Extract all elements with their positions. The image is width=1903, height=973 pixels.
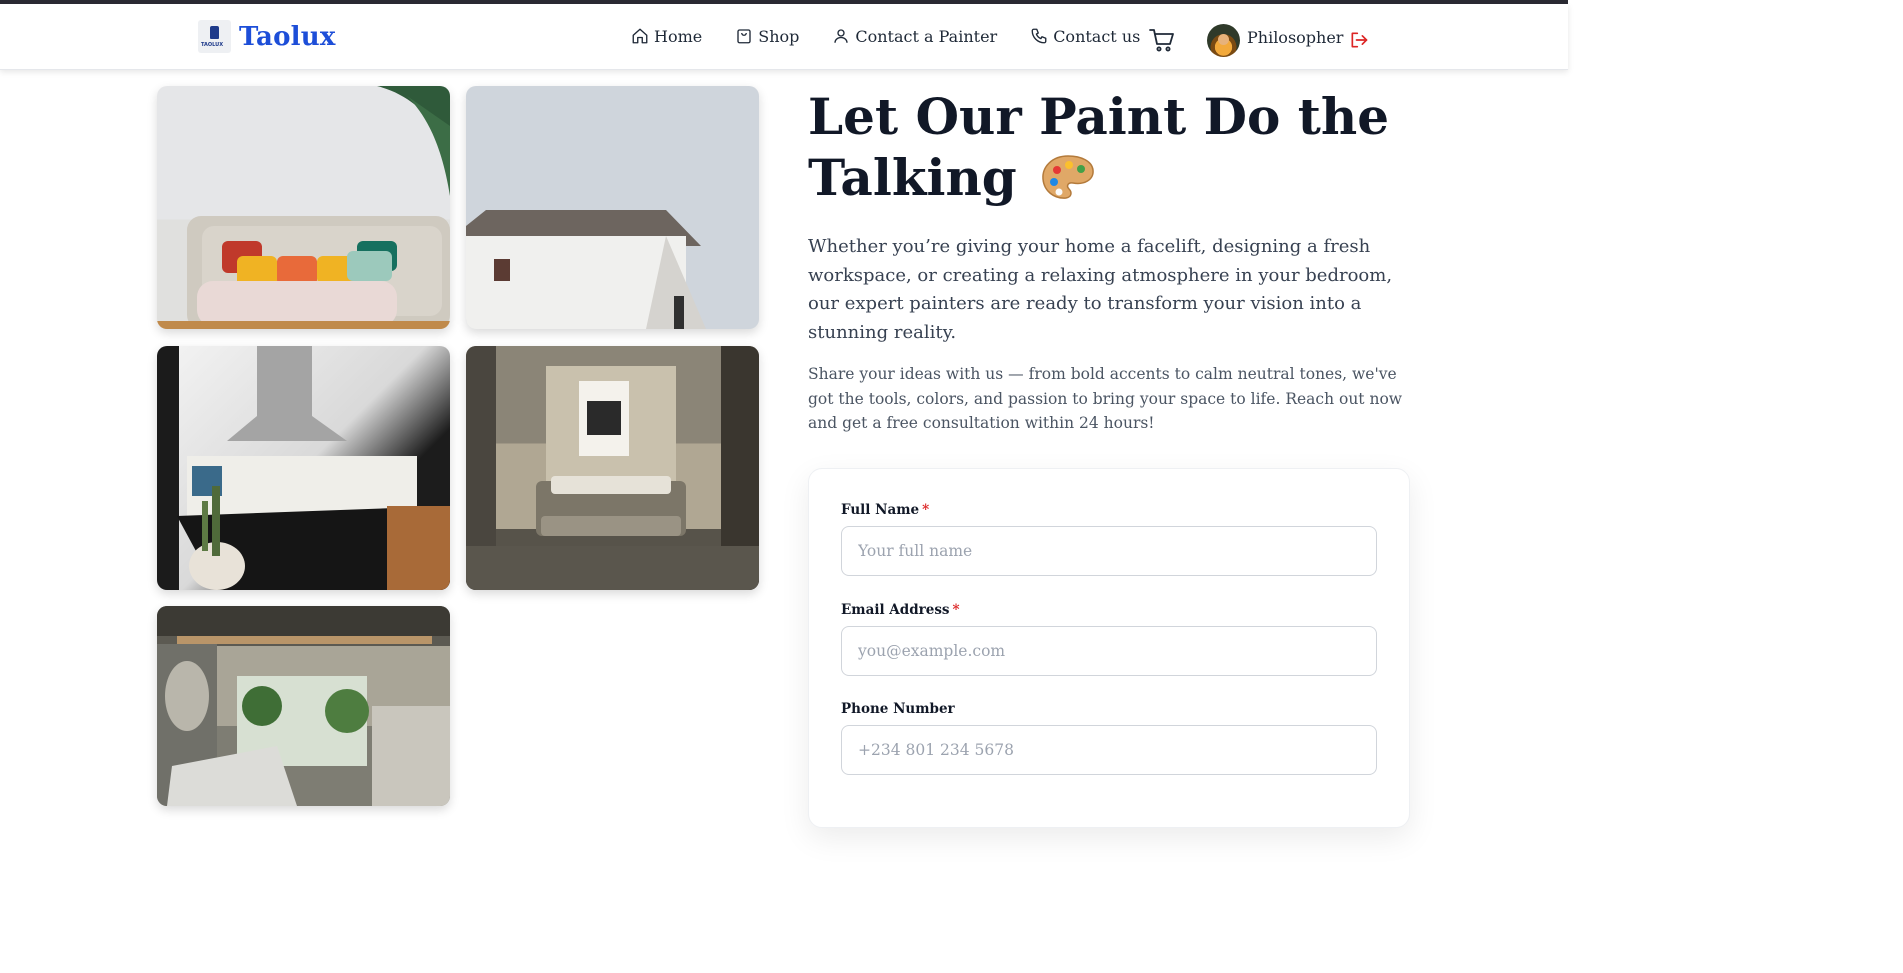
gallery-image-sofa — [157, 86, 450, 329]
full-name-label: Full Name * — [841, 502, 930, 518]
logout-icon[interactable] — [1349, 30, 1369, 50]
full-name-input[interactable] — [841, 526, 1377, 576]
hero-subtext: Share your ideas with us — from bold acc… — [808, 365, 1403, 432]
brand-link[interactable]: TAOLUX Taolux — [198, 20, 336, 53]
brand-logo: TAOLUX — [198, 20, 231, 53]
required-mark: * — [952, 602, 960, 618]
user-icon — [834, 29, 849, 43]
gallery-image-bathroom — [157, 606, 450, 806]
phone-label: Phone Number — [841, 701, 955, 717]
phone-icon — [1031, 28, 1047, 44]
hero-title-text: Let Our Paint Do the Talking — [808, 87, 1390, 207]
palette-icon — [1042, 155, 1094, 199]
main-nav: Home Shop Contact a Painter Contact us — [631, 24, 1173, 48]
required-mark: * — [922, 502, 930, 518]
nav-home[interactable]: Home — [631, 24, 702, 48]
nav-contact-painter-label: Contact a Painter — [855, 26, 998, 46]
email-label: Email Address * — [841, 602, 960, 618]
nav-contact-us-label: Contact us — [1053, 26, 1141, 46]
home-icon — [632, 28, 648, 44]
gallery-image-house — [466, 86, 759, 329]
shopping-bag-icon — [737, 29, 751, 44]
nav-contact-us[interactable]: Contact us — [1030, 24, 1140, 48]
nav-home-label: Home — [654, 26, 703, 46]
email-input[interactable] — [841, 626, 1377, 676]
nav-contact-painter[interactable]: Contact a Painter — [832, 24, 997, 48]
brand-name: Taolux — [239, 21, 336, 52]
phone-input[interactable] — [841, 725, 1377, 775]
nav-shop[interactable]: Shop — [735, 24, 799, 48]
navbar: TAOLUX Taolux Home Shop Contact a Painte… — [0, 4, 1568, 70]
user-name[interactable]: Philosopher — [1247, 28, 1343, 47]
hero-title: Let Our Paint Do the Talking — [808, 86, 1408, 208]
gallery-image-kitchen — [157, 346, 450, 590]
gallery-image-bedroom — [466, 346, 759, 590]
nav-shop-label: Shop — [758, 26, 800, 46]
hero-lead: Whether you’re giving your home a faceli… — [808, 236, 1393, 343]
avatar[interactable] — [1207, 24, 1240, 57]
cart-icon[interactable] — [1149, 28, 1175, 52]
